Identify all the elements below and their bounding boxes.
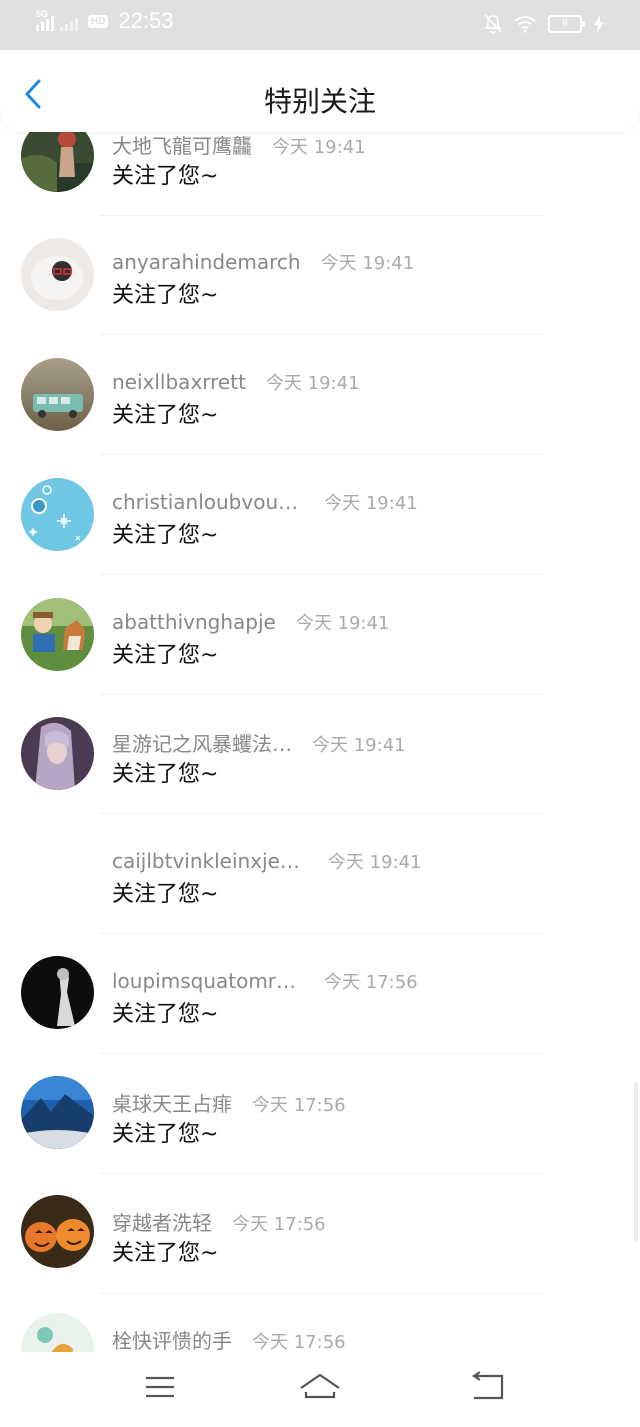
- battery-icon: 8: [548, 15, 585, 33]
- avatar[interactable]: [21, 717, 94, 790]
- notification-message: 关注了您~: [112, 1241, 219, 1266]
- timestamp: 今天 19:41: [265, 373, 360, 394]
- timestamp: 今天 19:41: [320, 253, 415, 274]
- signal-icon: 5G: [36, 9, 54, 31]
- divider: [100, 1053, 544, 1054]
- avatar[interactable]: [21, 238, 94, 311]
- network-type: 5G: [36, 9, 49, 19]
- username[interactable]: 大地飞龍可鹰龘: [112, 130, 252, 159]
- username[interactable]: 穿越者洗轻: [112, 1207, 212, 1236]
- username[interactable]: neixllbaxrrett: [112, 370, 246, 394]
- back-icon[interactable]: [466, 1370, 510, 1404]
- list-item[interactable]: 星游记之风暴蠼法… 今天 19:41 关注了您~: [0, 695, 640, 815]
- divider: [100, 1293, 544, 1294]
- page-header: 特别关注: [0, 50, 640, 132]
- timestamp: 今天 19:41: [312, 735, 406, 756]
- list-item[interactable]: anyarahindemarch 今天 19:41 关注了您~: [0, 215, 640, 335]
- avatar[interactable]: [21, 478, 94, 551]
- list-item[interactable]: abatthivnghapje 今天 19:41 关注了您~: [0, 575, 640, 695]
- notification-message: 关注了您~: [112, 1002, 219, 1027]
- status-bar: 5G HD 22:53 8: [0, 0, 640, 50]
- list-item[interactable]: neixllbaxrrett 今天 19:41 关注了您~: [0, 335, 640, 455]
- divider: [100, 1173, 544, 1174]
- list-item[interactable]: loupimsquatomr… 今天 17:56 关注了您~: [0, 935, 640, 1055]
- hd-badge: HD: [88, 14, 109, 28]
- notification-message: 关注了您~: [112, 523, 219, 548]
- divider: [100, 933, 544, 934]
- list-item[interactable]: 穿越者洗轻 今天 17:56 关注了您~: [0, 1175, 640, 1295]
- status-time: 22:53: [118, 8, 174, 33]
- timestamp: 今天 17:56: [232, 1214, 326, 1235]
- notification-message: 关注了您~: [112, 762, 219, 787]
- timestamp: 今天 19:41: [324, 493, 418, 514]
- username[interactable]: loupimsquatomr…: [112, 969, 296, 993]
- charging-icon: [594, 15, 604, 33]
- notification-message: 关注了您~: [112, 403, 219, 428]
- list-item[interactable]: christianloubvou… 今天 19:41 关注了您~: [0, 455, 640, 575]
- username[interactable]: 桌球天王占痱: [112, 1088, 232, 1117]
- avatar[interactable]: [21, 358, 94, 431]
- notification-message: 关注了您~: [112, 643, 219, 668]
- timestamp: 今天 19:41: [295, 613, 390, 634]
- avatar[interactable]: [21, 1076, 94, 1149]
- menu-icon[interactable]: [138, 1370, 182, 1404]
- divider: [100, 813, 544, 814]
- home-icon[interactable]: [298, 1370, 342, 1404]
- timestamp: 今天 19:41: [327, 852, 422, 873]
- timestamp: 今天 17:56: [324, 972, 418, 993]
- mute-icon: [484, 14, 502, 34]
- notification-message: 关注了您~: [112, 882, 219, 907]
- username[interactable]: 栓快评愦的手: [112, 1325, 232, 1354]
- notification-message: 关注了您~: [112, 1122, 219, 1147]
- username[interactable]: anyarahindemarch: [112, 250, 301, 274]
- avatar[interactable]: [21, 598, 94, 671]
- scrollbar[interactable]: [634, 1082, 638, 1242]
- username[interactable]: 星游记之风暴蠼法…: [112, 728, 292, 757]
- notification-message: 关注了您~: [112, 283, 219, 308]
- timestamp: 今天 17:56: [252, 1095, 346, 1116]
- username[interactable]: caijlbtvinkleinxje…: [112, 849, 300, 873]
- page-title: 特别关注: [263, 85, 376, 118]
- list-item[interactable]: caijlbtvinkleinxje… 今天 19:41 关注了您~: [0, 815, 640, 935]
- avatar[interactable]: [21, 956, 94, 1029]
- timestamp: 今天 17:56: [252, 1332, 346, 1353]
- navigation-bar: [0, 1352, 640, 1427]
- avatar[interactable]: [21, 1195, 94, 1268]
- signal-secondary-icon: [60, 11, 78, 31]
- battery-level: 8: [562, 18, 568, 29]
- username[interactable]: abatthivnghapje: [112, 610, 276, 634]
- notification-message: 关注了您~: [112, 164, 219, 189]
- username[interactable]: christianloubvou…: [112, 490, 298, 514]
- wifi-icon: [514, 16, 536, 33]
- list-item[interactable]: 桌球天王占痱 今天 17:56 关注了您~: [0, 1055, 640, 1175]
- timestamp: 今天 19:41: [272, 137, 366, 158]
